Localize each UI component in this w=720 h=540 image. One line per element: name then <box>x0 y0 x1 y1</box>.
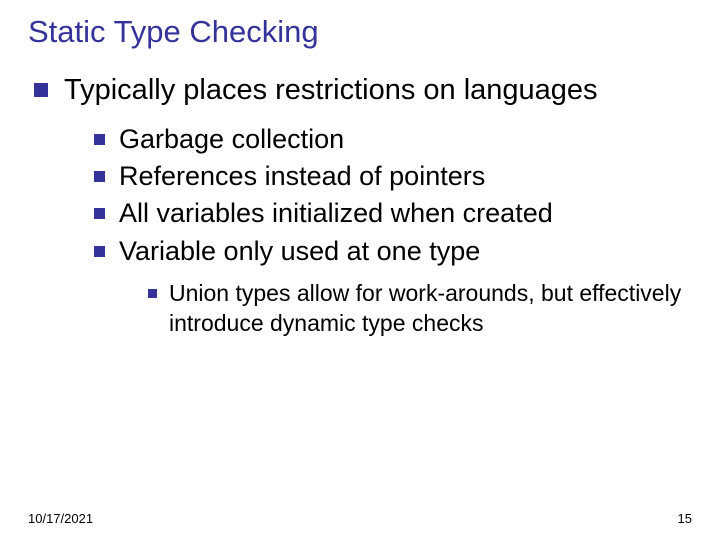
bullet-level2: Variable only used at one type <box>94 234 692 269</box>
slide-footer: 10/17/2021 15 <box>28 511 692 526</box>
bullet-level2: References instead of pointers <box>94 159 692 194</box>
bullet-text: Variable only used at one type <box>119 234 480 269</box>
bullet-text: All variables initialized when created <box>119 196 553 231</box>
footer-date: 10/17/2021 <box>28 511 93 526</box>
bullet-text: References instead of pointers <box>119 159 485 194</box>
bullet-level3: Union types allow for work-arounds, but … <box>148 279 692 339</box>
bullet-level1: Typically places restrictions on languag… <box>34 72 692 108</box>
square-bullet-icon <box>94 208 105 219</box>
bullet-text: Garbage collection <box>119 122 344 157</box>
square-bullet-icon <box>94 246 105 257</box>
bullet-text: Union types allow for work-arounds, but … <box>169 279 692 339</box>
bullet-level2: Garbage collection <box>94 122 692 157</box>
square-bullet-icon <box>94 171 105 182</box>
bullet-text: Typically places restrictions on languag… <box>64 72 598 108</box>
bullet-level2: All variables initialized when created <box>94 196 692 231</box>
square-bullet-icon <box>94 134 105 145</box>
square-bullet-icon <box>148 289 157 298</box>
footer-page-number: 15 <box>678 511 692 526</box>
bullet-level2-group: Garbage collection References instead of… <box>94 122 692 268</box>
bullet-level3-group: Union types allow for work-arounds, but … <box>148 279 692 339</box>
square-bullet-icon <box>34 83 48 97</box>
slide-title: Static Type Checking <box>28 14 692 50</box>
